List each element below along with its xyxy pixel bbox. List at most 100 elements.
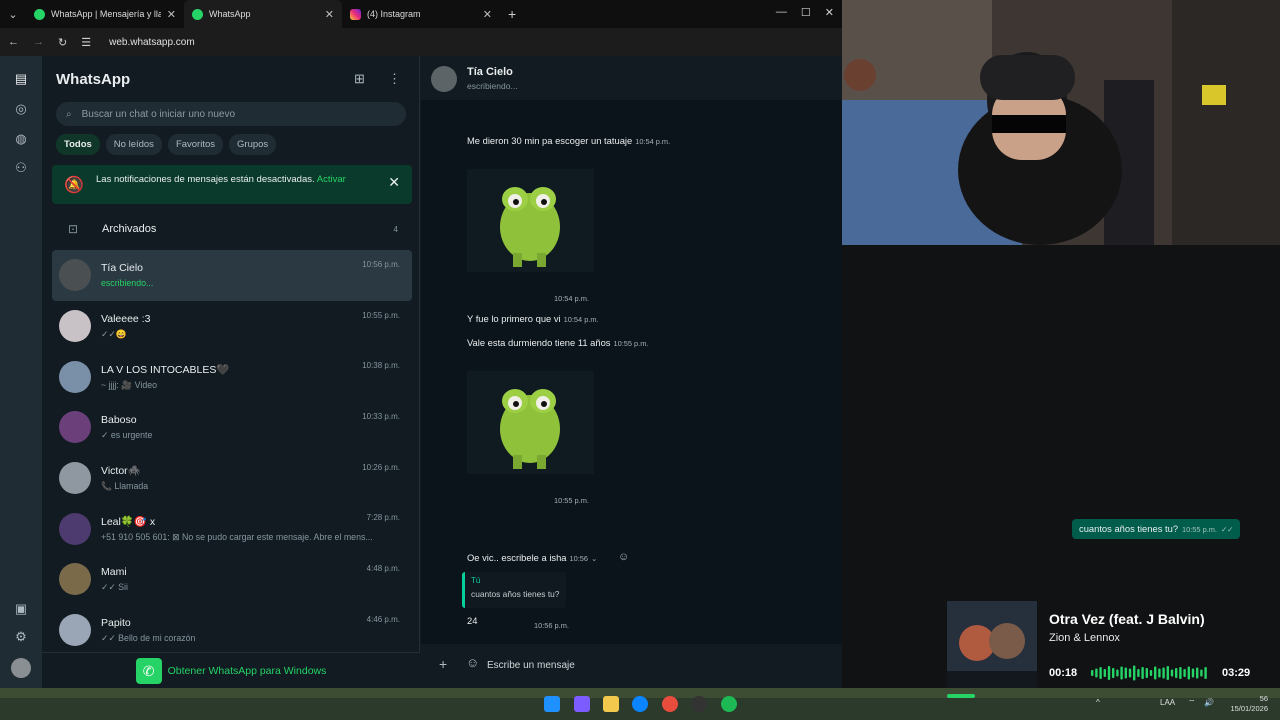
album-art-icon [947, 601, 1037, 688]
archived-count: 4 [393, 224, 398, 234]
chat-list-item[interactable]: Tía Cielo escribiendo... 10:56 p.m. [52, 250, 412, 301]
new-tab-plus-icon[interactable]: + [500, 6, 524, 22]
status-icon[interactable]: ◎ [13, 101, 29, 117]
quoted-reply[interactable]: Tú cuantos años tienes tu? [462, 572, 566, 608]
language-indicator[interactable]: LAA [1160, 698, 1175, 707]
chats-icon[interactable]: ▤ [13, 71, 29, 87]
frog-sticker-image [500, 187, 560, 267]
track-artist: Zion & Lennox [1049, 632, 1120, 644]
tab-close-icon[interactable]: ✕ [167, 8, 176, 21]
attach-plus-icon[interactable]: + [439, 656, 447, 672]
message-text: Vale esta durmiendo tiene 11 años [467, 337, 611, 348]
message-incoming[interactable]: 24 [467, 615, 477, 626]
chat-list-item[interactable]: Baboso ✓ es urgente 10:33 p.m. [52, 402, 412, 453]
chat-preview: ✓✓ Bello de mi corazón [101, 632, 196, 643]
filter-chip-grupos[interactable]: Grupos [229, 134, 277, 155]
archived-row[interactable]: ⊡ Archivados 4 [52, 214, 412, 244]
message-incoming[interactable]: Me dieron 30 min pa escoger un tatuaje 10… [467, 135, 670, 146]
chat-list: Tía Cielo escribiendo... 10:56 p.m. Valeeee… [52, 250, 412, 656]
close-banner-icon[interactable]: ✕ [388, 174, 400, 191]
spotify-icon[interactable] [721, 696, 737, 712]
chat-list-item[interactable]: Victor🕷️ 📞 Llamada 10:26 p.m. [52, 453, 412, 504]
chrome-icon[interactable] [662, 696, 678, 712]
tray-number: 56 [1259, 694, 1268, 703]
back-arrow-icon[interactable]: ← [8, 36, 19, 48]
waveform-bar [1187, 666, 1190, 680]
tray-chevron-icon[interactable]: ^ [1096, 698, 1100, 707]
search-input[interactable] [81, 108, 382, 120]
url-text[interactable]: web.whatsapp.com [109, 37, 195, 48]
sticker-message[interactable] [467, 371, 594, 474]
search-box: ⌕ [56, 102, 406, 126]
react-emoji-icon[interactable]: ☺ [618, 551, 629, 563]
tab-close-icon[interactable]: ✕ [325, 8, 334, 21]
media-icon[interactable]: ▣ [13, 601, 29, 617]
chat-time: 10:38 p.m. [362, 361, 400, 371]
waveform-bar [1133, 665, 1136, 681]
message-text: 24 [467, 615, 478, 626]
message-input[interactable] [487, 655, 827, 675]
message-incoming[interactable]: Vale esta durmiendo tiene 11 años 10:55 p… [467, 337, 648, 348]
message-menu-chevron-icon[interactable]: ⌄ [591, 554, 597, 563]
windows-start-icon[interactable] [544, 696, 560, 712]
filter-chip-todos[interactable]: Todos [56, 134, 100, 155]
tab-title: (4) Instagram [367, 9, 421, 19]
sticker-message[interactable] [467, 169, 594, 272]
new-chat-icon[interactable]: ⊞ [354, 71, 365, 87]
chat-preview: ✓ es urgente [101, 429, 153, 440]
chat-list-item[interactable]: Leal🍀🎯 x +51 910 505 601: ⊠ No se pudo ca… [52, 503, 412, 554]
reply-text: cuantos años tienes tu? [471, 589, 560, 599]
close-window-icon[interactable]: ✕ [825, 6, 834, 19]
browser-tab-whatsapp-1[interactable]: WhatsApp | Mensajería y llama... ✕ [26, 0, 184, 28]
message-time: 10:54 p.m. [635, 137, 671, 146]
app-icon[interactable] [691, 696, 707, 712]
chat-list-item[interactable]: LA V LOS INTOCABLES🖤 ~ jjjj: 🎥 Video 10:38… [52, 351, 412, 402]
filter-chip-favoritos[interactable]: Favoritos [167, 134, 224, 155]
browser-tab-instagram[interactable]: (4) Instagram ✕ [342, 0, 500, 28]
message-outgoing[interactable]: cuantos años tienes tu? 10:55 p.m. ✓✓ [1072, 519, 1241, 539]
volume-icon[interactable]: 🔊 [1204, 698, 1214, 707]
menu-dots-icon[interactable]: ⋮ [388, 71, 401, 87]
conversation-header[interactable]: Tía Cielo escribiendo... [421, 56, 842, 100]
message-text: Y fue lo primero que vi [467, 313, 561, 324]
minimize-icon[interactable]: — [776, 6, 787, 19]
taskbar-clock[interactable]: 56 15/01/2026 [1230, 694, 1268, 714]
emoji-sticker-icon[interactable]: ☺ [466, 655, 479, 670]
site-settings-icon[interactable]: ☰ [81, 36, 91, 49]
message-incoming[interactable]: Y fue lo primero que vi 10:54 p.m. [467, 313, 599, 324]
edge-icon[interactable] [632, 696, 648, 712]
maximize-icon[interactable]: ☐ [801, 6, 811, 19]
waveform-bar [1099, 667, 1102, 679]
chat-avatar [59, 512, 91, 545]
activate-link[interactable]: Activar [317, 174, 346, 185]
browser-address-bar: ← → ↻ ☰ web.whatsapp.com [0, 28, 842, 56]
track-title: Otra Vez (feat. J Balvin) [1049, 611, 1205, 627]
get-windows-app-banner[interactable]: ✆ Obtener WhatsApp para Windows [42, 652, 420, 688]
webcam-overlay [842, 0, 1280, 245]
copilot-icon[interactable] [574, 696, 590, 712]
chat-list-item[interactable]: Papito ✓✓ Bello de mi corazón 4:46 p.m. [52, 605, 412, 656]
channels-icon[interactable]: ◍ [13, 131, 29, 147]
profile-avatar[interactable] [11, 658, 31, 678]
chat-list-item[interactable]: Valeeee :3 ✓✓😄 10:55 p.m. [52, 301, 412, 352]
filter-chips: Todos No leídos Favoritos Grupos [56, 134, 277, 155]
now-playing-overlay: Otra Vez (feat. J Balvin) Zion & Lennox … [947, 601, 1267, 688]
file-explorer-icon[interactable] [603, 696, 619, 712]
message-incoming[interactable]: Oe vic.. escribele a isha 10:56 ⌄ [467, 552, 597, 563]
chat-avatar [59, 259, 91, 292]
chat-preview: +51 910 505 601: ⊠ No se pudo cargar est… [101, 531, 373, 542]
communities-icon[interactable]: ⚇ [13, 160, 29, 176]
tab-close-icon[interactable]: ✕ [483, 8, 492, 21]
chat-preview: ~ jjjj: 🎥 Video [101, 379, 158, 390]
instagram-favicon-icon [350, 8, 361, 20]
filter-chip-no-leidos[interactable]: No leídos [105, 134, 162, 155]
browser-tab-whatsapp-2[interactable]: WhatsApp ✕ [184, 0, 342, 28]
contact-avatar[interactable] [431, 66, 457, 92]
forward-arrow-icon[interactable]: → [33, 36, 44, 48]
settings-gear-icon[interactable]: ⚙ [13, 629, 29, 645]
tab-search-chevron-icon[interactable]: ⌄ [0, 8, 26, 21]
chat-list-item[interactable]: Mami ✓✓ Sii 4:48 p.m. [52, 554, 412, 605]
tab-title: WhatsApp | Mensajería y llama... [51, 9, 161, 19]
network-icon[interactable]: ⌔ [1188, 698, 1196, 708]
reload-icon[interactable]: ↻ [58, 36, 67, 49]
